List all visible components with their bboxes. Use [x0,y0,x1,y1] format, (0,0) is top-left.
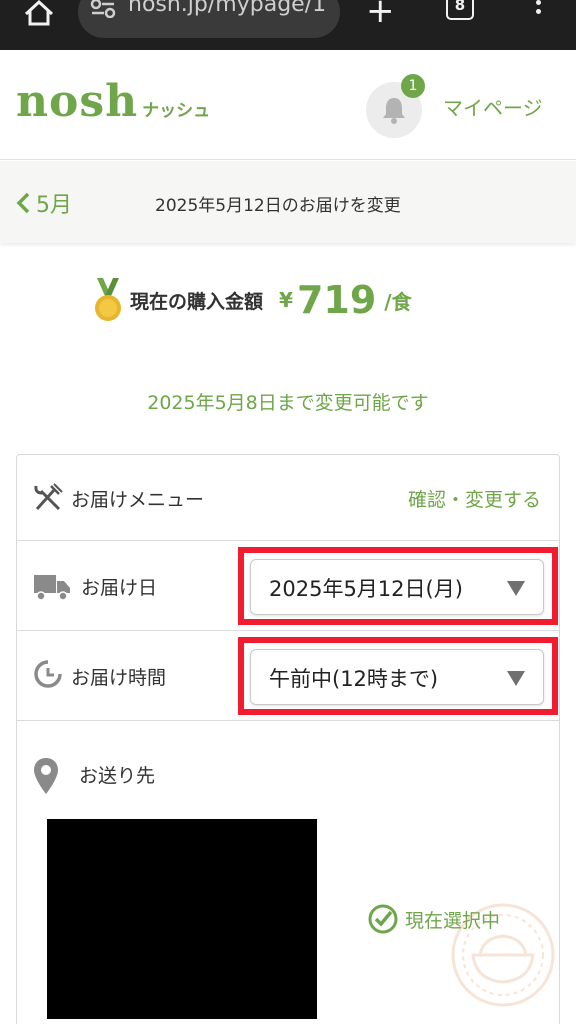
delivery-date-select[interactable]: 2025年5月12日(月) [250,559,544,615]
browser-toolbar: nosh.jp/mypage/1 + 8 [0,0,576,50]
mypage-link[interactable]: マイページ [443,92,543,121]
home-icon[interactable] [22,0,56,28]
map-pin-icon [34,758,58,794]
price-currency: ¥ [279,288,293,312]
delivery-time-value: 午前中(12時まで) [269,667,439,691]
nosh-logo[interactable]: nosh ナッシュ [16,76,210,127]
delivery-date-value: 2025年5月12日(月) [269,577,463,601]
page-title: 2025年5月12日のお届けを変更 [155,196,401,216]
clock-icon [34,660,62,688]
page-subheader: 5月 2025年5月12日のお届けを変更 [0,161,576,243]
medal-icon [95,278,121,321]
logo-sub-text: ナッシュ [142,101,211,121]
address-redacted-block [47,819,317,1019]
cutlery-icon [34,483,63,511]
delivery-time-select[interactable]: 午前中(12時まで) [250,649,544,705]
site-header: nosh ナッシュ 1 マイページ [0,50,576,160]
price-unit: /食 [384,289,412,314]
change-deadline: 2025年5月8日まで変更可能です [147,392,429,414]
truck-icon [34,575,70,601]
current-price: 現在の購入金額 ¥ 719 /食 [92,276,412,324]
url-text[interactable]: nosh.jp/mypage/1 [128,0,326,17]
chevron-left-icon [16,192,30,214]
dropdown-arrow-icon [507,671,525,686]
tabs-icon[interactable]: 8 [446,0,474,20]
delivery-address-label: お送り先 [79,765,156,787]
plus-icon[interactable]: + [366,0,395,28]
address-bar[interactable]: nosh.jp/mypage/1 [78,0,340,38]
delivery-menu-row: お届けメニュー 確認・変更する [17,455,559,541]
delivery-time-label: お届け時間 [71,667,167,689]
back-label: 5月 [36,193,72,218]
dropdown-arrow-icon [507,581,525,596]
site-info-icon[interactable] [90,0,116,19]
check-circle-icon [368,904,398,934]
delivery-menu-label: お届けメニュー [71,489,205,511]
delivery-date-label: お届け日 [81,577,158,599]
logo-main-text: nosh [16,76,139,127]
price-value: 719 [296,278,377,322]
price-label: 現在の購入金額 [130,290,264,313]
menu-change-link[interactable]: 確認・変更する [408,485,541,512]
notification-badge: 1 [401,74,425,98]
more-icon[interactable] [533,0,543,20]
bell-icon [383,98,405,124]
rice-bowl-watermark-icon [451,903,555,1007]
back-link[interactable]: 5月 [16,187,72,219]
